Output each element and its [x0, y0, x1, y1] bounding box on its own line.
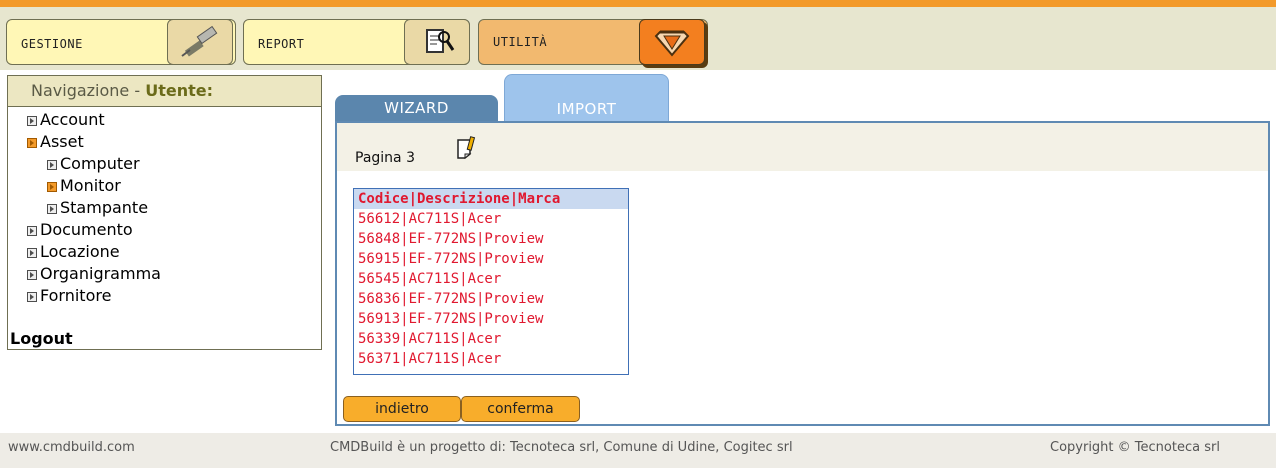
expand-arrow-icon: [27, 270, 37, 280]
menu-report-button[interactable]: REPORT: [243, 19, 470, 65]
nav-item-monitor[interactable]: Monitor: [8, 175, 321, 197]
nav-item-account[interactable]: Account: [8, 109, 321, 131]
nav-item-label: Documento: [40, 220, 133, 239]
list-item[interactable]: 56339|AC711S|Acer: [354, 329, 628, 349]
nav-item-label: Computer: [60, 154, 140, 173]
confirm-button[interactable]: conferma: [461, 396, 580, 422]
expand-arrow-icon: [27, 116, 37, 126]
nav-item-fornitore[interactable]: Fornitore: [8, 285, 321, 307]
list-item[interactable]: 56913|EF-772NS|Proview: [354, 309, 628, 329]
tab-import[interactable]: IMPORT: [504, 74, 669, 123]
list-item[interactable]: 56915|EF-772NS|Proview: [354, 249, 628, 269]
navigation-panel: Navigazione - Utente: Account Asset Comp…: [7, 75, 322, 350]
main-menu-bar: GESTIONE REPORT UTILITÀ: [0, 7, 1276, 70]
logout-link[interactable]: Logout: [10, 329, 73, 348]
nav-item-computer[interactable]: Computer: [8, 153, 321, 175]
nav-item-asset[interactable]: Asset: [8, 131, 321, 153]
panel-header: Pagina 3: [337, 123, 1268, 171]
nav-item-locazione[interactable]: Locazione: [8, 241, 321, 263]
usb-plug-icon: [167, 19, 233, 65]
page-label: Pagina 3: [355, 150, 415, 166]
nav-item-label: Asset: [40, 132, 84, 151]
nav-item-label: Account: [40, 110, 105, 129]
list-item[interactable]: 56545|AC711S|Acer: [354, 269, 628, 289]
list-item[interactable]: 56848|EF-772NS|Proview: [354, 229, 628, 249]
list-item[interactable]: 56836|EF-772NS|Proview: [354, 289, 628, 309]
expand-arrow-icon: [47, 182, 57, 192]
expand-arrow-icon: [27, 292, 37, 302]
import-panel: Pagina 3 Codice|Descrizione|Marca 56612|…: [335, 121, 1270, 426]
nav-item-label: Monitor: [60, 176, 121, 195]
footer: www.cmdbuild.com CMDBuild è un progetto …: [0, 433, 1276, 468]
navigation-title: Navigazione - Utente:: [8, 76, 321, 107]
navigation-title-prefix: Navigazione -: [31, 81, 146, 100]
back-button[interactable]: indietro: [343, 396, 461, 422]
nav-item-stampante[interactable]: Stampante: [8, 197, 321, 219]
import-data-list[interactable]: Codice|Descrizione|Marca 56612|AC711S|Ac…: [353, 188, 629, 375]
footer-site-link[interactable]: www.cmdbuild.com: [8, 433, 135, 463]
menu-utilita-button[interactable]: UTILITÀ: [478, 19, 708, 65]
tab-wizard[interactable]: WIZARD: [335, 95, 498, 122]
menu-gestione-button[interactable]: GESTIONE: [6, 19, 236, 65]
list-item[interactable]: 56612|AC711S|Acer: [354, 209, 628, 229]
nav-item-label: Fornitore: [40, 286, 112, 305]
note-pencil-icon: [455, 135, 477, 163]
nav-item-label: Organigramma: [40, 264, 161, 283]
nav-item-documento[interactable]: Documento: [8, 219, 321, 241]
expand-arrow-icon: [47, 204, 57, 214]
toolbox-icon: [639, 19, 705, 65]
footer-credits: CMDBuild è un progetto di: Tecnoteca srl…: [330, 440, 793, 455]
document-magnifier-icon: [404, 19, 470, 65]
nav-item-label: Stampante: [60, 198, 149, 217]
menu-utilita-label: UTILITÀ: [493, 35, 548, 49]
menu-report-label: REPORT: [258, 37, 305, 51]
footer-copyright: Copyright © Tecnoteca srl: [1050, 440, 1220, 455]
list-item[interactable]: 56371|AC711S|Acer: [354, 349, 628, 369]
top-accent-bar: [0, 0, 1276, 7]
nav-item-label: Locazione: [40, 242, 120, 261]
expand-arrow-icon: [47, 160, 57, 170]
expand-arrow-icon: [27, 226, 37, 236]
expand-arrow-icon: [27, 248, 37, 258]
navigation-title-user: Utente:: [145, 81, 213, 100]
nav-item-organigramma[interactable]: Organigramma: [8, 263, 321, 285]
expand-arrow-icon: [27, 138, 37, 148]
menu-gestione-label: GESTIONE: [21, 37, 83, 51]
list-header-row[interactable]: Codice|Descrizione|Marca: [354, 189, 628, 209]
